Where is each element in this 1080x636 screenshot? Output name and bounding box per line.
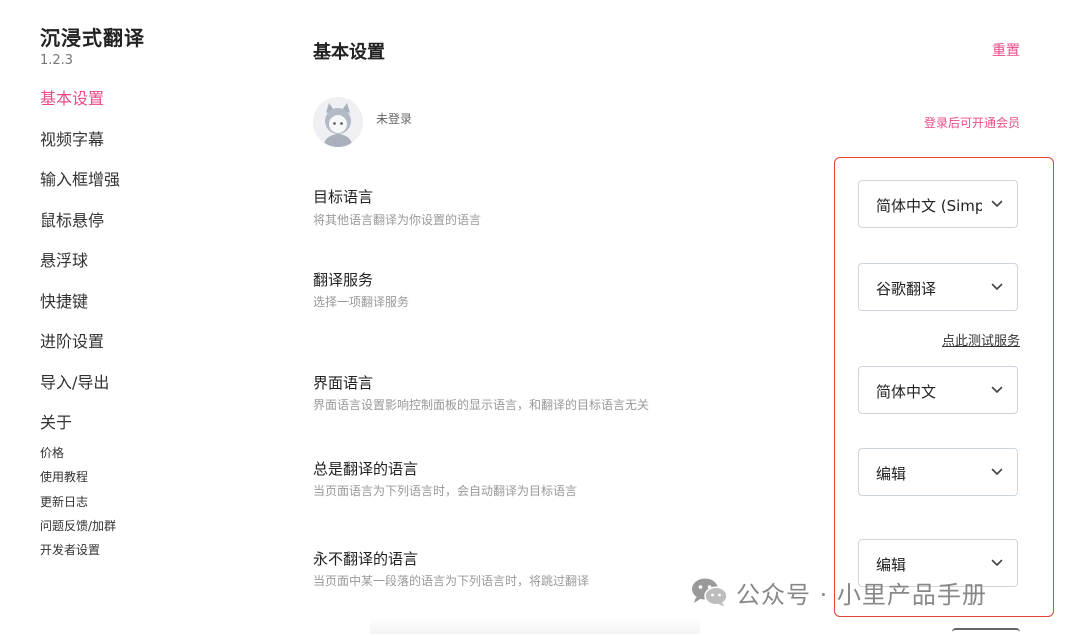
sidebar-subnav: 价格 使用教程 更新日志 问题反馈/加群 开发者设置 [40, 443, 116, 564]
never-translate-description: 当页面中某一段落的语言为下列语言时，将跳过翻译 [313, 574, 590, 588]
always-translate-select[interactable]: 编辑 [858, 448, 1018, 496]
sidebar-item-import-export[interactable]: 导入/导出 [40, 370, 120, 411]
sidebar-item-advanced[interactable]: 进阶设置 [40, 329, 120, 370]
sidebar-item-mouse-hover[interactable]: 鼠标悬停 [40, 208, 120, 249]
target-language-description: 将其他语言翻译为你设置的语言 [313, 213, 482, 227]
sidebar-link-changelog[interactable]: 更新日志 [40, 492, 116, 516]
chevron-down-icon [991, 468, 1003, 475]
sidebar: 沉浸式翻译 1.2.3 基本设置 视频字幕 输入框增强 鼠标悬停 悬浮球 快捷键… [40, 0, 260, 634]
chevron-down-icon [991, 386, 1003, 393]
sidebar-link-pricing[interactable]: 价格 [40, 443, 116, 467]
interface-language-value: 简体中文 [876, 383, 937, 401]
target-language-value: 简体中文 (Simplified Chinese) [876, 197, 982, 215]
target-language-label: 目标语言 [313, 188, 374, 206]
watermark: 公众号 · 小里产品手册 [690, 575, 987, 609]
sidebar-item-float-ball[interactable]: 悬浮球 [40, 248, 120, 289]
translation-service-value: 谷歌翻译 [876, 280, 937, 298]
page-title: 基本设置 [313, 42, 385, 63]
sidebar-item-shortcuts[interactable]: 快捷键 [40, 289, 120, 330]
sidebar-link-developer[interactable]: 开发者设置 [40, 540, 116, 564]
login-status: 未登录 [376, 112, 413, 126]
wechat-icon [692, 578, 728, 607]
sidebar-link-feedback[interactable]: 问题反馈/加群 [40, 516, 116, 540]
always-translate-description: 当页面语言为下列语言时，会自动翻译为目标语言 [313, 484, 578, 498]
sidebar-nav: 基本设置 视频字幕 输入框增强 鼠标悬停 悬浮球 快捷键 进阶设置 导入/导出 … [40, 86, 120, 451]
app-title: 沉浸式翻译 [40, 26, 145, 50]
chevron-down-icon [991, 283, 1003, 290]
watermark-text: 公众号 · 小里产品手册 [736, 580, 987, 609]
always-translate-value: 编辑 [876, 465, 907, 483]
sidebar-item-basic-settings[interactable]: 基本设置 [40, 86, 120, 127]
interface-language-select[interactable]: 简体中文 [858, 366, 1018, 414]
translation-service-label: 翻译服务 [313, 271, 374, 289]
user-avatar-icon [313, 97, 363, 147]
chevron-down-icon [991, 200, 1003, 207]
chevron-down-icon [991, 559, 1003, 566]
sidebar-item-input-enhance[interactable]: 输入框增强 [40, 167, 120, 208]
interface-language-label: 界面语言 [313, 374, 374, 392]
test-service-link[interactable]: 点此测试服务 [900, 330, 1020, 349]
partial-button-edge [952, 628, 1020, 636]
scroll-fade [370, 618, 700, 634]
never-translate-label: 永不翻译的语言 [313, 550, 419, 568]
target-language-select[interactable]: 简体中文 (Simplified Chinese) [858, 180, 1018, 228]
app-version: 1.2.3 [40, 53, 74, 68]
reset-button[interactable]: 重置 [980, 40, 1020, 60]
sidebar-item-video-subtitles[interactable]: 视频字幕 [40, 127, 120, 168]
always-translate-label: 总是翻译的语言 [313, 460, 419, 478]
interface-language-description: 界面语言设置影响控制面板的显示语言，和翻译的目标语言无关 [313, 398, 650, 412]
never-translate-value: 编辑 [876, 556, 907, 574]
translation-service-description: 选择一项翻译服务 [313, 295, 410, 309]
sidebar-link-tutorial[interactable]: 使用教程 [40, 467, 116, 491]
translation-service-select[interactable]: 谷歌翻译 [858, 263, 1018, 311]
vip-link[interactable]: 登录后可开通会员 [880, 114, 1020, 131]
